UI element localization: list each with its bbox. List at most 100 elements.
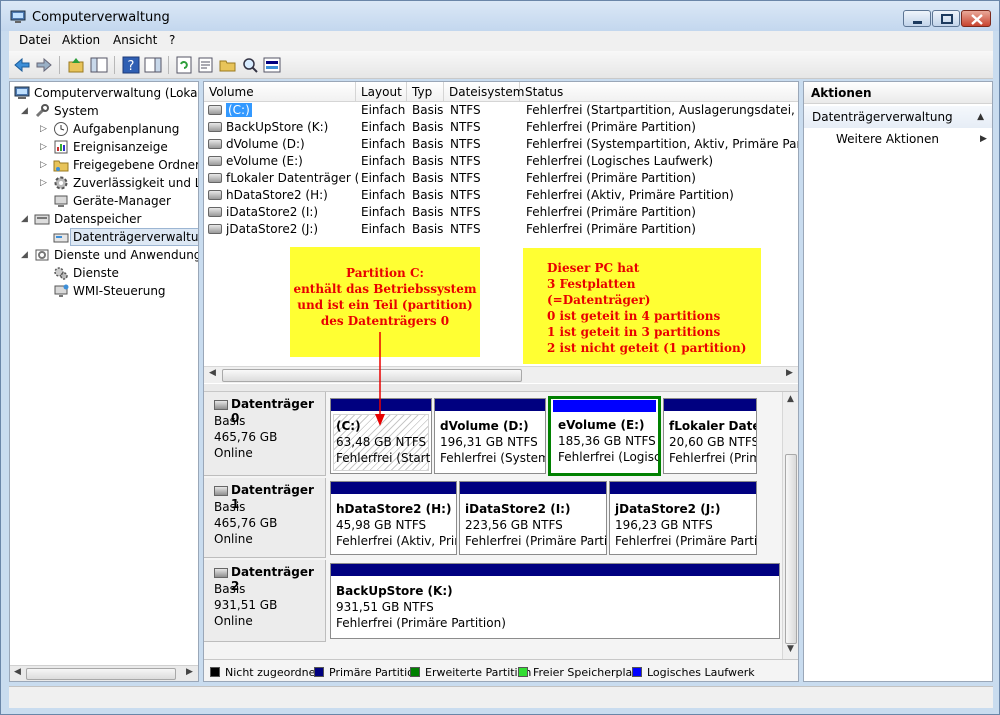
- tree-node-dienste-und-anwendungen[interactable]: ◢ Dienste und Anwendungen: [21, 246, 198, 264]
- volume-filesystem: NTFS: [450, 205, 481, 219]
- volume-list-horizontal-scrollbar[interactable]: ◀ ▶: [204, 366, 798, 383]
- disk-0-label[interactable]: Datenträger 0 Basis 465,76 GB Online: [204, 392, 326, 476]
- back-button[interactable]: [12, 55, 32, 75]
- partition-i[interactable]: iDataStore2 (I:) 223,56 GB NTFS Fehlerfr…: [459, 481, 607, 555]
- pane-splitter[interactable]: [204, 384, 798, 392]
- collapse-arrow-icon[interactable]: ◢: [21, 210, 28, 228]
- volume-disk-icon: [208, 173, 222, 183]
- column-dateisystem[interactable]: Dateisystem: [444, 82, 524, 102]
- partition-size: 20,60 GB NTFS: [669, 435, 757, 449]
- tree-node-root[interactable]: Computerverwaltung (Lokal): [14, 84, 198, 102]
- maximize-button[interactable]: [932, 10, 960, 27]
- refresh-button[interactable]: [174, 55, 194, 75]
- scroll-right-icon[interactable]: ▶: [186, 667, 193, 677]
- disk-type: Basis: [214, 500, 246, 514]
- scroll-thumb[interactable]: [222, 369, 522, 382]
- close-button[interactable]: [961, 10, 991, 27]
- volume-filesystem: NTFS: [450, 137, 481, 151]
- actions-section-header[interactable]: Datenträgerverwaltung ▲: [804, 106, 992, 128]
- partition-name: eVolume (E:): [558, 418, 645, 432]
- menu-help[interactable]: ?: [169, 33, 175, 47]
- collapse-up-icon[interactable]: ▲: [977, 112, 984, 122]
- tree-node-system[interactable]: ◢ System: [21, 102, 198, 120]
- expand-arrow-icon[interactable]: ▷: [40, 156, 47, 174]
- help-button[interactable]: ?: [121, 55, 141, 75]
- disk-1-label[interactable]: Datenträger 1 Basis 465,76 GB Online: [204, 478, 326, 558]
- scroll-down-icon[interactable]: ▼: [787, 644, 794, 654]
- column-typ[interactable]: Typ: [407, 82, 444, 102]
- collapse-arrow-icon[interactable]: ◢: [21, 102, 28, 120]
- partition-c[interactable]: (C:) 63,48 GB NTFS Fehlerfrei (Startp: [330, 398, 432, 474]
- tree-node-wmi-steuerung[interactable]: WMI-Steuerung: [53, 282, 198, 300]
- volume-type: Basis: [412, 205, 444, 219]
- scroll-left-icon[interactable]: ◀: [14, 667, 21, 677]
- toolbar-separator: [59, 56, 60, 74]
- column-volume[interactable]: Volume: [204, 82, 356, 102]
- tree-node-geraete-manager[interactable]: Geräte-Manager: [53, 192, 198, 210]
- search-button[interactable]: [240, 55, 260, 75]
- volume-layout: Einfach: [361, 154, 406, 168]
- disk-settings-button[interactable]: [262, 55, 282, 75]
- disk-view-vertical-scrollbar[interactable]: ▲ ▼: [782, 392, 798, 659]
- tree-node-datentraegerverwaltung[interactable]: Datenträgerverwaltung: [53, 228, 198, 246]
- title-bar[interactable]: Computerverwaltung: [1, 1, 999, 31]
- forward-button[interactable]: [34, 55, 54, 75]
- volume-disk-icon: [208, 139, 222, 149]
- scroll-thumb[interactable]: [26, 668, 176, 680]
- minimize-button[interactable]: [903, 10, 931, 27]
- partition-h[interactable]: hDataStore2 (H:) 45,98 GB NTFS Fehlerfre…: [330, 481, 457, 555]
- volume-status: Fehlerfrei (Systempartition, Aktiv, Prim…: [526, 137, 798, 151]
- partition-k[interactable]: BackUpStore (K:) 931,51 GB NTFS Fehlerfr…: [330, 563, 780, 639]
- toolbar: ?: [9, 51, 993, 79]
- volume-row[interactable]: (C:) Einfach Basis NTFS Fehlerfrei (Star…: [204, 102, 798, 119]
- column-layout[interactable]: Layout: [356, 82, 407, 102]
- tree-node-freigegebene-ordner[interactable]: ▷ Freigegebene Ordner: [40, 156, 198, 174]
- tree-node-dienste[interactable]: Dienste: [53, 264, 198, 282]
- annotation-line: 0 ist geteit in 4 partitions: [547, 309, 721, 323]
- tree-node-label: Ereignisanzeige: [73, 140, 168, 154]
- disk-2-label[interactable]: Datenträger 2 Basis 931,51 GB Online: [204, 560, 326, 642]
- expand-arrow-icon[interactable]: ▷: [40, 174, 47, 192]
- volume-row[interactable]: dVolume (D:) Einfach Basis NTFS Fehlerfr…: [204, 136, 798, 153]
- submenu-arrow-icon[interactable]: ▶: [980, 134, 987, 144]
- partition-d[interactable]: dVolume (D:) 196,31 GB NTFS Fehlerfrei (…: [434, 398, 546, 474]
- volume-row[interactable]: jDataStore2 (J:) Einfach Basis NTFS Fehl…: [204, 221, 798, 238]
- volume-row[interactable]: iDataStore2 (I:) Einfach Basis NTFS Fehl…: [204, 204, 798, 221]
- tree-horizontal-scrollbar[interactable]: ◀ ▶: [10, 665, 198, 681]
- volume-row[interactable]: hDataStore2 (H:) Einfach Basis NTFS Fehl…: [204, 187, 798, 204]
- properties-button[interactable]: [196, 55, 216, 75]
- volume-filesystem: NTFS: [450, 188, 481, 202]
- tree-node-zuverlaessigkeit[interactable]: ▷ Zuverlässigkeit und Leis: [40, 174, 198, 192]
- partition-e-extended[interactable]: eVolume (E:) 185,36 GB NTFS Fehlerfrei (…: [548, 396, 661, 476]
- scroll-up-icon[interactable]: ▲: [787, 394, 794, 404]
- scroll-right-icon[interactable]: ▶: [786, 368, 793, 378]
- partition-size: 196,23 GB NTFS: [615, 518, 713, 532]
- column-status[interactable]: Status: [520, 82, 798, 102]
- show-hide-action-pane-button[interactable]: [143, 55, 163, 75]
- partition-f[interactable]: fLokaler Daten 20,60 GB NTFS Fehlerfrei …: [663, 398, 757, 474]
- volume-row[interactable]: eVolume (E:) Einfach Basis NTFS Fehlerfr…: [204, 153, 798, 170]
- partition-status: Fehlerfrei (Primäre Partiti: [465, 534, 607, 548]
- tree-node-aufgabenplanung[interactable]: ▷ Aufgabenplanung: [40, 120, 198, 138]
- menu-datei[interactable]: Datei: [19, 33, 51, 47]
- up-folder-button[interactable]: [66, 55, 86, 75]
- show-hide-tree-button[interactable]: [89, 55, 109, 75]
- collapse-arrow-icon[interactable]: ◢: [21, 246, 28, 264]
- menu-aktion[interactable]: Aktion: [62, 33, 100, 47]
- volume-type: Basis: [412, 222, 444, 236]
- volume-row[interactable]: fLokaler Datenträger (F:) Einfach Basis …: [204, 170, 798, 187]
- expand-arrow-icon[interactable]: ▷: [40, 120, 47, 138]
- scroll-thumb[interactable]: [785, 454, 797, 644]
- tree-node-datenspeicher[interactable]: ◢ Datenspeicher: [21, 210, 198, 228]
- menu-ansicht[interactable]: Ansicht: [113, 33, 157, 47]
- volume-row[interactable]: BackUpStore (K:) Einfach Basis NTFS Fehl…: [204, 119, 798, 136]
- partition-j[interactable]: jDataStore2 (J:) 196,23 GB NTFS Fehlerfr…: [609, 481, 757, 555]
- legend-item: Nicht zugeordnet: [210, 666, 320, 679]
- tree-node-ereignisanzeige[interactable]: ▷ Ereignisanzeige: [40, 138, 198, 156]
- partition-status: Fehlerfrei (Systemp: [440, 451, 546, 465]
- scroll-left-icon[interactable]: ◀: [209, 368, 216, 378]
- expand-arrow-icon[interactable]: ▷: [40, 138, 47, 156]
- open-folder-button[interactable]: [218, 55, 238, 75]
- primary-partition-bar: [435, 399, 545, 411]
- more-actions-item[interactable]: Weitere Aktionen: [836, 132, 939, 146]
